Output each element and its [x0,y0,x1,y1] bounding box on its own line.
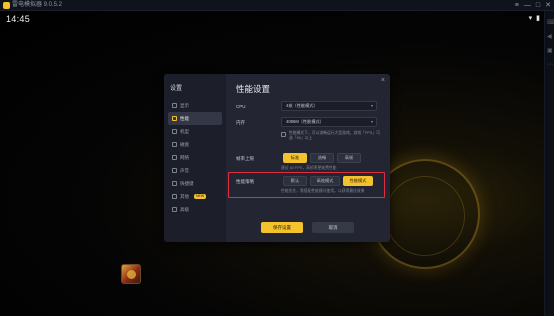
cpu-select[interactable]: 4核（性能模式） ▾ [281,101,377,111]
chevron-down-icon: ▾ [370,119,373,124]
emulator-titlebar: 雷电模拟器 9.0.5.2 ≡ — □ ✕ [0,0,554,11]
performance-checkbox-row: 性能模式下，可以流畅运行大型游戏，游戏「FPS」可选「60」以上 [281,131,381,141]
fps-hint: 建议 60 FPS，高帧率更耗费性能 [281,166,337,170]
sidebar-item[interactable]: 网络 [168,151,222,164]
sidebar-item-label: 其他 [180,193,189,199]
sidebar-item[interactable]: 显示 [168,99,222,112]
sidebar-item-label: 显示 [180,102,189,108]
fps-option[interactable]: 标准 [283,153,307,163]
chevron-down-icon: ▾ [370,103,373,108]
emulator-toolbar: ⌨ ◀ ▣ ⋯ [544,11,554,316]
close-dialog-icon[interactable]: × [381,77,385,84]
fps-label: 帧率上限 [236,156,254,161]
sidebar-item-label: 机型 [180,128,189,134]
status-icons: ▾ ▮ [529,14,540,22]
toolbar-screenshot-icon[interactable]: ▣ [547,47,553,54]
menu-icon[interactable]: ≡ [515,1,519,10]
window-controls: ≡ — □ ✕ [515,1,551,10]
wifi-icon: ▾ [528,15,533,22]
cpu-select-value: 4核（性能模式） [286,103,318,108]
toolbar-keyboard-icon[interactable]: ⌨ [547,19,554,26]
monitor-icon [172,103,177,108]
fps-option[interactable]: 流畅 [310,153,334,163]
page-title: 性能设置 [236,84,271,94]
keyboard-icon [172,181,177,186]
memory-label: 内存 [236,120,245,125]
new-badge: NEW [194,194,207,199]
advanced-icon [172,207,177,212]
other-icon [172,194,177,199]
sidebar-item-label: 快捷键 [180,180,194,186]
sidebar-item[interactable]: 快捷键 [168,177,222,190]
fps-option[interactable]: 高帧 [337,153,361,163]
toolbar-more-icon[interactable]: ⋯ [547,61,553,68]
settings-sidebar: 设置 显示性能机型磁盘网络声音快捷键其他 NEW 高级 [164,74,226,242]
annotation-highlight-box [228,172,385,198]
sidebar-item-label: 声音 [180,167,189,173]
close-window-icon[interactable]: ✕ [545,1,551,10]
sidebar-item[interactable]: 其他 NEW [168,190,222,203]
sidebar-item[interactable]: 机型 [168,125,222,138]
settings-title: 设置 [170,86,183,92]
minimize-icon[interactable]: — [524,1,531,10]
save-button[interactable]: 保存设置 [261,222,303,233]
sidebar-item[interactable]: 性能 [168,112,222,125]
memory-select[interactable]: 4096M（性能模式） ▾ [281,117,377,127]
battery-icon: ▮ [536,15,540,22]
status-clock: 14:45 [6,14,31,24]
memory-select-value: 4096M（性能模式） [286,119,324,124]
sidebar-item[interactable]: 磁盘 [168,138,222,151]
emulator-logo-icon [3,2,10,9]
network-icon [172,155,177,160]
fps-options: 标准 流畅 高帧 [283,153,361,163]
performance-icon [172,116,177,121]
disk-icon [172,142,177,147]
phone-icon [172,129,177,134]
settings-dialog: 设置 显示 性能 机型 磁盘 网络 声音 快捷键 其他 NEW 高级 × 性能设置 CPU 4核（… [164,74,390,242]
cpu-label: CPU [236,104,246,109]
game-app-icon[interactable] [121,264,141,284]
window-title: 雷电模拟器 9.0.5.2 [12,2,63,8]
sidebar-item[interactable]: 高级 [168,203,222,216]
toolbar-volume-icon[interactable]: ◀ [547,33,552,40]
sidebar-item-label: 网络 [180,154,189,160]
wallpaper-glow-inner [385,176,465,256]
sidebar-item-label: 高级 [180,206,189,212]
sound-icon [172,168,177,173]
performance-checkbox[interactable] [281,132,286,137]
cancel-button[interactable]: 取消 [312,222,354,233]
sidebar-item[interactable]: 声音 [168,164,222,177]
sidebar-item-label: 磁盘 [180,141,189,147]
performance-checkbox-label: 性能模式下，可以流畅运行大型游戏，游戏「FPS」可选「60」以上 [289,131,380,140]
sidebar-item-label: 性能 [180,115,189,121]
maximize-icon[interactable]: □ [536,1,540,10]
settings-nav: 显示性能机型磁盘网络声音快捷键其他 NEW 高级 [168,99,222,216]
